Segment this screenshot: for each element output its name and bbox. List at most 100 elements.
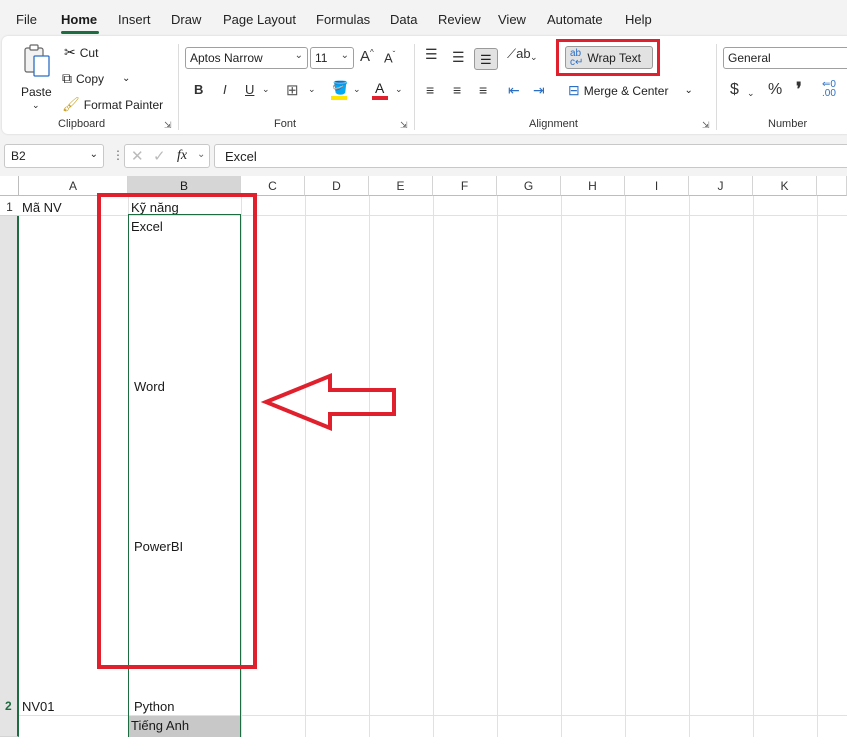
font-launcher-icon[interactable]: ⇲ — [400, 120, 408, 131]
gridline — [561, 196, 562, 737]
wrap-text-icon: ab c↵ — [570, 47, 584, 68]
copy-button[interactable]: ⧉ Copy ⌄ — [62, 70, 130, 87]
cell-a2[interactable]: NV01 — [22, 699, 55, 714]
chevron-down-icon: ⌄ — [32, 100, 40, 110]
cancel-icon[interactable]: ✕ — [131, 147, 144, 165]
bottom-align-button[interactable]: ☰ — [474, 48, 498, 70]
cell-b2-line-python: Python — [134, 699, 175, 714]
formula-controls: ✕ ✓ fx ⌄ — [124, 144, 210, 168]
clipboard-launcher-icon[interactable]: ⇲ — [164, 120, 172, 131]
borders-icon[interactable]: ⊞ — [286, 81, 299, 99]
cut-label: Cut — [79, 45, 99, 60]
font-group-label: Font — [274, 118, 297, 130]
merge-center-button[interactable]: ⊟ Merge & Center ⌄ — [568, 82, 693, 99]
wrap-text-label: Wrap Text — [587, 50, 641, 65]
row-header-2-area[interactable]: 2 — [0, 216, 19, 716]
align-left-icon[interactable]: ≡ — [426, 82, 434, 98]
gridline — [369, 196, 370, 737]
bold-button[interactable]: B — [194, 82, 203, 97]
format-painter-button[interactable]: 🖌 Format Painter — [62, 96, 163, 113]
number-format-select[interactable]: General — [723, 47, 847, 69]
confirm-icon[interactable]: ✓ — [153, 147, 166, 165]
chevron-down-icon[interactable]: ⌄ — [530, 52, 538, 63]
tab-home[interactable]: Home — [61, 12, 97, 27]
insert-function-icon[interactable]: fx — [177, 148, 187, 164]
gridline — [689, 196, 690, 737]
more-options-icon[interactable]: ⋮ — [112, 148, 124, 162]
column-header-f[interactable]: F — [433, 176, 497, 196]
name-box-value: B2 — [11, 149, 26, 163]
decrease-font-size-icon[interactable]: Aˇ — [384, 50, 395, 65]
tab-help[interactable]: Help — [625, 12, 652, 27]
underline-button[interactable]: U — [245, 82, 254, 97]
orientation-icon[interactable]: ⟋ab — [507, 46, 531, 62]
group-divider — [716, 44, 717, 130]
cell-b3[interactable]: Tiếng Anh — [131, 718, 189, 733]
number-format-value: General — [728, 51, 771, 65]
column-header-e[interactable]: E — [369, 176, 433, 196]
tab-review[interactable]: Review — [438, 12, 481, 27]
row-header-1[interactable]: 1 — [0, 196, 19, 216]
column-header-j[interactable]: J — [689, 176, 753, 196]
menu-bar: File Home Insert Draw Page Layout Formul… — [0, 0, 847, 36]
wrap-text-button[interactable]: ab c↵ Wrap Text — [565, 46, 653, 69]
comma-style-button[interactable]: ❜ — [796, 79, 802, 100]
paste-button[interactable]: Paste ⌄ — [14, 42, 58, 112]
align-center-icon[interactable]: ≡ — [453, 82, 461, 98]
font-color-swatch — [372, 96, 388, 100]
clipboard-group-label: Clipboard — [58, 118, 106, 130]
chevron-down-icon[interactable]: ⌄ — [197, 149, 205, 160]
column-header-k[interactable]: K — [753, 176, 817, 196]
tab-view[interactable]: View — [498, 12, 526, 27]
chevron-down-icon[interactable]: ⌄ — [308, 84, 316, 95]
column-header-d[interactable]: D — [305, 176, 369, 196]
paste-icon — [24, 44, 50, 77]
column-header-h[interactable]: H — [561, 176, 625, 196]
font-size-value: 11 — [315, 51, 328, 65]
tab-automate[interactable]: Automate — [547, 12, 603, 27]
increase-decimal-icon[interactable]: ⇐0.00 — [822, 80, 836, 99]
font-color-button[interactable]: A — [372, 80, 390, 100]
number-group-label: Number — [768, 118, 808, 130]
name-box[interactable]: B2 ⌄ — [4, 144, 104, 168]
select-all-corner[interactable] — [0, 176, 19, 196]
percent-button[interactable]: % — [768, 81, 782, 99]
column-header-l[interactable] — [817, 176, 847, 196]
italic-button[interactable]: I — [223, 82, 227, 97]
spreadsheet-grid: A B C D E F G H I J K 1 2 Mã NV Kỹ năng … — [0, 176, 847, 737]
tab-formulas[interactable]: Formulas — [316, 12, 370, 27]
increase-font-size-icon[interactable]: A^ — [360, 48, 374, 65]
align-right-icon[interactable]: ≡ — [479, 82, 487, 98]
chevron-down-icon: ⌄ — [684, 85, 693, 96]
chevron-down-icon: ⌄ — [122, 73, 131, 84]
chevron-down-icon[interactable]: ⌄ — [747, 88, 755, 99]
fill-color-swatch — [331, 96, 347, 100]
currency-button[interactable]: $ — [730, 81, 739, 99]
chevron-down-icon[interactable]: ⌄ — [262, 84, 270, 95]
tab-data[interactable]: Data — [390, 12, 417, 27]
font-name-select[interactable]: Aptos Narrow ⌄ — [185, 47, 308, 69]
column-header-g[interactable]: G — [497, 176, 561, 196]
tab-insert[interactable]: Insert — [118, 12, 151, 27]
chevron-down-icon[interactable]: ⌄ — [395, 84, 403, 95]
tab-page-layout[interactable]: Page Layout — [223, 12, 296, 27]
font-name-value: Aptos Narrow — [190, 51, 263, 65]
row-header-3[interactable] — [0, 716, 19, 737]
chevron-down-icon[interactable]: ⌄ — [353, 84, 361, 95]
middle-align-icon[interactable]: ☰ — [452, 49, 465, 66]
top-align-icon[interactable]: ☰ — [425, 46, 438, 63]
increase-indent-icon[interactable]: ⇥ — [533, 82, 545, 99]
merge-icon: ⊟ — [568, 82, 580, 98]
chevron-down-icon: ⌄ — [340, 50, 349, 61]
formula-input[interactable]: Excel — [214, 144, 847, 168]
copy-label: Copy — [76, 71, 105, 86]
cell-a1[interactable]: Mã NV — [22, 200, 62, 215]
tab-draw[interactable]: Draw — [171, 12, 201, 27]
decrease-indent-icon[interactable]: ⇤ — [508, 82, 520, 99]
tab-file[interactable]: File — [16, 12, 37, 27]
cut-button[interactable]: ✂ Cut — [64, 44, 98, 61]
alignment-launcher-icon[interactable]: ⇲ — [702, 120, 710, 131]
font-size-select[interactable]: 11 ⌄ — [310, 47, 354, 69]
fill-color-button[interactable]: 🪣 — [330, 80, 350, 100]
column-header-i[interactable]: I — [625, 176, 689, 196]
